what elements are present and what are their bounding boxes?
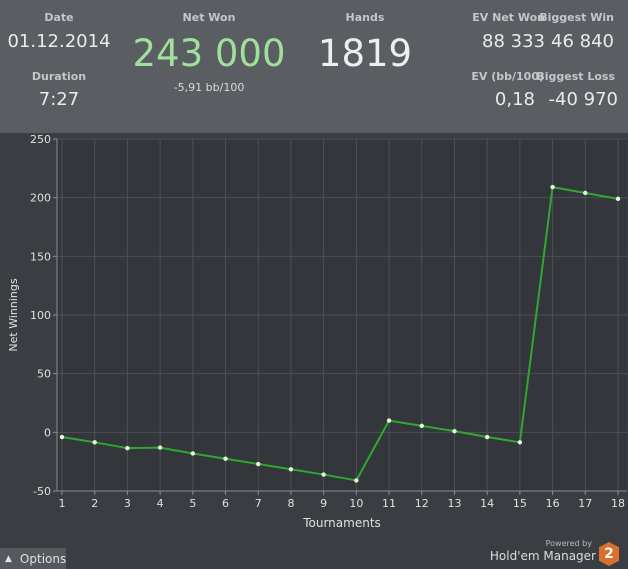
bb-per-100-value: -5,91 bb/100 xyxy=(173,81,245,94)
data-point xyxy=(92,440,97,445)
net-won-label: Net Won xyxy=(182,11,236,24)
y-tick-label: 0 xyxy=(44,426,51,439)
data-point xyxy=(615,196,621,202)
powered-by-text: Powered by xyxy=(545,539,592,548)
y-tick-label: 250 xyxy=(30,133,51,146)
hands-value: 1819 xyxy=(317,32,413,75)
caret-up-icon: ▲ xyxy=(5,553,12,564)
data-point xyxy=(190,451,196,456)
x-tick-label: 16 xyxy=(546,497,560,510)
ev-bb-value: 0,18 xyxy=(494,89,535,110)
data-point xyxy=(125,445,130,451)
net-winnings-chart: -50 0 50 100 150 200 250 1 2 3 4 5 6 7 8 9 10 11 12 13 14 15 1… xyxy=(0,133,628,548)
data-point xyxy=(288,467,294,472)
date-label: Date xyxy=(44,11,74,24)
data-point xyxy=(484,434,490,440)
x-tick-label: 5 xyxy=(189,497,196,510)
brand-name: Hold'em Manager xyxy=(489,549,596,563)
y-tick-label: 100 xyxy=(30,309,51,322)
x-tick-label: 2 xyxy=(91,497,98,510)
data-point xyxy=(386,418,392,423)
data-point xyxy=(550,184,555,190)
x-tick-label: 7 xyxy=(255,497,262,510)
y-tick-label: -50 xyxy=(33,485,51,498)
hands-label: Hands xyxy=(345,11,385,24)
x-tick-label: 3 xyxy=(124,497,131,510)
date-value: 01.12.2014 xyxy=(7,31,111,52)
data-point xyxy=(59,434,65,440)
data-point xyxy=(157,445,163,450)
biggest-win-label: Biggest Win xyxy=(539,11,614,24)
biggest-win-value: 46 840 xyxy=(551,31,614,52)
data-point xyxy=(321,472,326,477)
y-tick-label: 150 xyxy=(30,250,51,263)
x-tick-label: 10 xyxy=(349,497,363,510)
x-tick-label: 13 xyxy=(447,497,461,510)
data-point xyxy=(517,440,523,445)
ev-bb-label: EV (bb/100) xyxy=(471,70,544,83)
x-tick-label: 1 xyxy=(59,497,66,510)
ev-net-won-value: 88 333 xyxy=(482,31,545,52)
data-point xyxy=(452,428,457,434)
y-tick-label: 50 xyxy=(37,368,51,381)
y-tick-label: 200 xyxy=(30,192,51,205)
data-point xyxy=(419,423,424,429)
x-tick-label: 4 xyxy=(157,497,164,510)
data-point xyxy=(354,478,359,483)
net-won-value: 243 000 xyxy=(132,32,286,75)
x-tick-label: 17 xyxy=(578,497,592,510)
duration-value: 7:27 xyxy=(38,89,80,110)
data-point xyxy=(256,461,261,467)
x-tick-label: 9 xyxy=(320,497,327,510)
stats-header: Date 01.12.2014 Duration 7:27 Net Won 24… xyxy=(0,0,628,133)
data-point xyxy=(583,190,588,196)
biggest-loss-label: Biggest Loss xyxy=(536,70,615,83)
x-tick-label: 14 xyxy=(480,497,494,510)
duration-label: Duration xyxy=(31,70,87,83)
data-point xyxy=(223,456,228,461)
y-axis-label: Net Winnings xyxy=(7,278,20,351)
biggest-loss-value: -40 970 xyxy=(548,89,618,110)
x-tick-label: 8 xyxy=(287,497,294,510)
x-tick-label: 18 xyxy=(611,497,625,510)
x-tick-label: 12 xyxy=(415,497,429,510)
chart-svg: -500501001502002501 2 3 4 5 6 7 8 9 10 11 12 13 14 15 1… xyxy=(7,133,627,530)
x-tick-label: 6 xyxy=(222,497,229,510)
x-axis-label: Tournaments xyxy=(302,516,381,530)
footer: ▲ Options Powered by Hold'em Manager 2 xyxy=(0,539,628,569)
x-tick-label: 11 xyxy=(382,497,396,510)
options-label: Options xyxy=(19,551,67,566)
options-button[interactable]: ▲ Options xyxy=(0,548,66,569)
x-tick-label: 15 xyxy=(513,497,527,510)
ev-net-won-label: EV Net Won xyxy=(472,11,545,24)
